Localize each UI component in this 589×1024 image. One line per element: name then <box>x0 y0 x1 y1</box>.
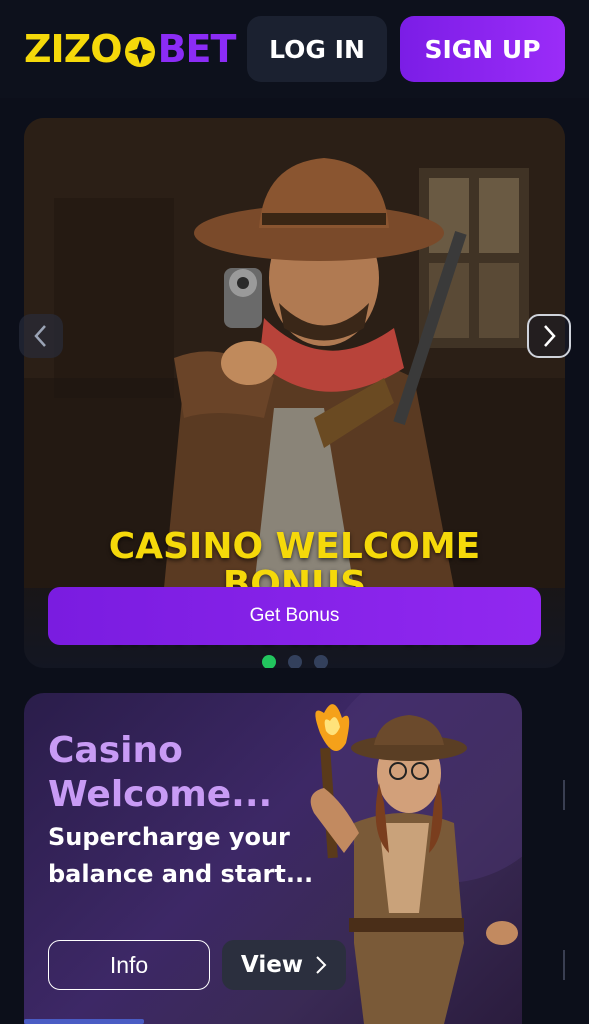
slider-next-button[interactable] <box>527 314 571 358</box>
chevron-right-icon <box>544 325 556 347</box>
site-header: ZIZO BET LOG IN SIGN UP <box>0 0 589 98</box>
promo-card-title: Casino Welcome... <box>48 730 273 815</box>
logo-text-bet: BET <box>157 27 237 71</box>
slider-dot-2[interactable] <box>287 655 302 668</box>
logo-text-zizo: ZIZO <box>24 27 123 71</box>
logo-star-icon <box>124 33 156 67</box>
zizobet-logo[interactable]: ZIZO BET <box>24 26 237 72</box>
hero-banner: CASINO WELCOME BONUS 550% UP TO 3800€ + … <box>24 118 565 668</box>
slider-dot-3[interactable] <box>313 655 328 668</box>
next-card-edge <box>563 780 565 980</box>
view-button-label: View <box>240 952 304 978</box>
promo-card: Casino Welcome... Supercharge your balan… <box>24 693 522 1024</box>
slider-dot-1[interactable] <box>261 655 276 668</box>
login-button[interactable]: LOG IN <box>247 16 387 82</box>
card-scroll-indicator <box>24 1019 144 1024</box>
get-bonus-button[interactable]: Get Bonus <box>48 587 541 645</box>
info-button[interactable]: Info <box>48 940 210 990</box>
slider-prev-button[interactable] <box>19 314 63 358</box>
promo-card-description: Supercharge your balance and start... <box>48 823 314 888</box>
slider-dots <box>24 655 565 668</box>
hero-title-line1: CASINO WELCOME <box>108 526 481 567</box>
chevron-right-icon <box>316 956 327 974</box>
chevron-left-icon <box>34 325 46 347</box>
view-button[interactable]: View <box>222 940 346 990</box>
cowboy-illustration <box>24 118 565 588</box>
signup-button[interactable]: SIGN UP <box>400 16 565 82</box>
